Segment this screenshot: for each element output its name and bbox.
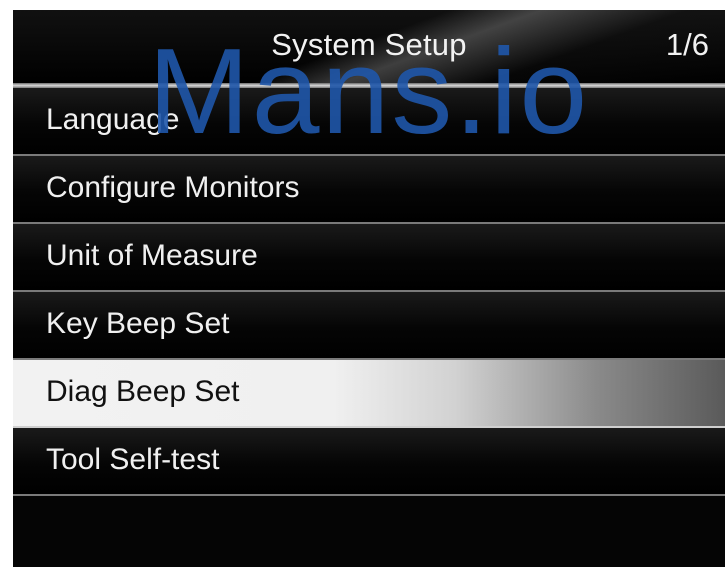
menu-item-unit-of-measure[interactable]: Unit of Measure — [13, 224, 725, 292]
menu-item-configure-monitors[interactable]: Configure Monitors — [13, 156, 725, 224]
menu-item-language[interactable]: Language — [13, 88, 725, 156]
menu-item-label: Tool Self-test — [46, 443, 220, 476]
page-indicator: 1/6 — [665, 27, 709, 62]
page-title: System Setup — [271, 27, 467, 62]
menu-item-diag-beep-set[interactable]: Diag Beep Set — [13, 360, 725, 428]
menu-item-label: Unit of Measure — [46, 239, 258, 272]
title-bar: System Setup 1/6 — [13, 10, 725, 83]
menu-item-label: Configure Monitors — [46, 171, 300, 204]
menu-item-tool-self-test[interactable]: Tool Self-test — [13, 428, 725, 496]
menu-item-label: Diag Beep Set — [46, 375, 240, 408]
menu-item-key-beep-set[interactable]: Key Beep Set — [13, 292, 725, 360]
device-screen: System Setup 1/6 Language Configure Moni… — [13, 10, 725, 567]
menu-item-label: Language — [46, 103, 180, 136]
menu-item-label: Key Beep Set — [46, 307, 230, 340]
system-setup-menu: Language Configure Monitors Unit of Meas… — [13, 88, 725, 496]
